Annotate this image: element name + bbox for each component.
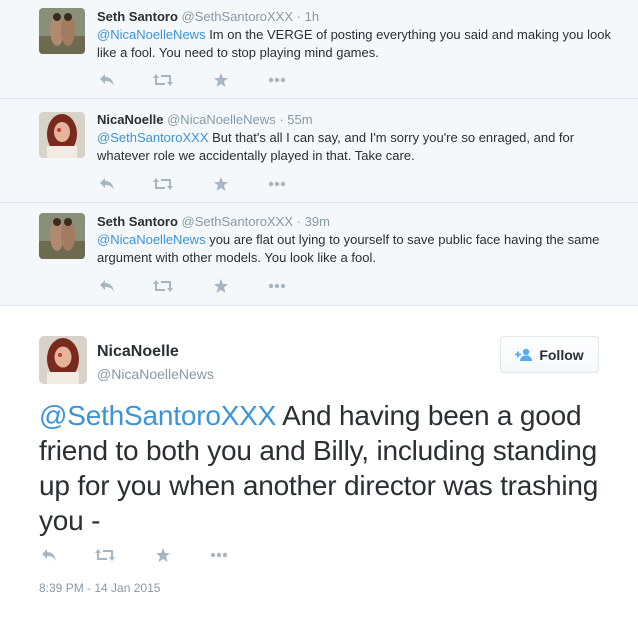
separator: · bbox=[296, 9, 301, 24]
favorite-button[interactable] bbox=[211, 174, 231, 194]
reply-button[interactable] bbox=[97, 174, 117, 194]
follow-user-icon bbox=[515, 348, 533, 361]
separator: · bbox=[296, 214, 301, 229]
avatar[interactable] bbox=[39, 336, 87, 384]
more-button[interactable] bbox=[209, 545, 229, 565]
favorite-icon bbox=[214, 177, 228, 191]
separator: · bbox=[279, 112, 284, 127]
mention-link[interactable]: @NicaNoelleNews bbox=[97, 27, 206, 42]
favorite-icon bbox=[214, 73, 228, 87]
tweet-text: @SethSantoroXXX And having been a good f… bbox=[39, 398, 609, 538]
avatar[interactable] bbox=[39, 112, 85, 158]
tweet-timestamp[interactable]: 8:39 PM - 14 Jan 2015 bbox=[39, 581, 160, 595]
author-handle[interactable]: @SethSantoroXXX bbox=[182, 214, 293, 229]
favorite-button[interactable] bbox=[211, 276, 231, 296]
more-button[interactable] bbox=[267, 70, 287, 90]
mention-link[interactable]: @SethSantoroXXX bbox=[97, 130, 208, 145]
author-name[interactable]: NicaNoelle bbox=[97, 343, 179, 361]
more-icon bbox=[268, 283, 286, 289]
retweet-icon bbox=[153, 74, 173, 86]
tweet-text: @NicaNoelleNews Im on the VERGE of posti… bbox=[97, 26, 617, 62]
reply-icon bbox=[100, 178, 114, 190]
reply-tweet[interactable]: NicaNoelle @NicaNoelleNews · 55m @SethSa… bbox=[0, 99, 638, 203]
tweet-time[interactable]: 1h bbox=[305, 9, 319, 24]
mention-link[interactable]: @NicaNoelleNews bbox=[97, 232, 206, 247]
favorite-icon bbox=[214, 279, 228, 293]
follow-button[interactable]: Follow bbox=[500, 336, 599, 373]
retweet-icon bbox=[153, 280, 173, 292]
favorite-icon bbox=[156, 548, 170, 562]
main-tweet: NicaNoelle @NicaNoelleNews Follow @SethS… bbox=[0, 306, 638, 620]
reply-icon bbox=[100, 74, 114, 86]
reply-tweet[interactable]: Seth Santoro @SethSantoroXXX · 39m @Nica… bbox=[0, 203, 638, 306]
avatar[interactable] bbox=[39, 213, 85, 259]
retweet-button[interactable] bbox=[95, 545, 115, 565]
tweet-time[interactable]: 55m bbox=[287, 112, 312, 127]
more-icon bbox=[268, 181, 286, 187]
favorite-button[interactable] bbox=[211, 70, 231, 90]
tweet-text: @NicaNoelleNews you are flat out lying t… bbox=[97, 231, 617, 267]
reply-button[interactable] bbox=[39, 545, 59, 565]
reply-tweet[interactable]: Seth Santoro @SethSantoroXXX · 1h @NicaN… bbox=[0, 0, 638, 99]
reply-button[interactable] bbox=[97, 70, 117, 90]
author-handle[interactable]: @SethSantoroXXX bbox=[182, 9, 293, 24]
more-button[interactable] bbox=[267, 174, 287, 194]
author-name[interactable]: Seth Santoro bbox=[97, 214, 178, 229]
retweet-button[interactable] bbox=[153, 70, 173, 90]
mention-link[interactable]: @SethSantoroXXX bbox=[39, 400, 276, 431]
reply-button[interactable] bbox=[97, 276, 117, 296]
reply-icon bbox=[42, 549, 56, 561]
follow-label: Follow bbox=[539, 346, 584, 363]
retweet-icon bbox=[153, 178, 173, 190]
tweet-time[interactable]: 39m bbox=[305, 214, 330, 229]
author-name[interactable]: Seth Santoro bbox=[97, 9, 178, 24]
retweet-icon bbox=[95, 549, 115, 561]
author-handle[interactable]: @NicaNoelleNews bbox=[167, 112, 276, 127]
author-handle[interactable]: @NicaNoelleNews bbox=[97, 366, 214, 382]
tweet-text: @SethSantoroXXX But that's all I can say… bbox=[97, 129, 617, 165]
favorite-button[interactable] bbox=[153, 545, 173, 565]
more-icon bbox=[268, 77, 286, 83]
author-name[interactable]: NicaNoelle bbox=[97, 112, 163, 127]
more-icon bbox=[210, 552, 228, 558]
reply-icon bbox=[100, 280, 114, 292]
avatar[interactable] bbox=[39, 8, 85, 54]
retweet-button[interactable] bbox=[153, 174, 173, 194]
retweet-button[interactable] bbox=[153, 276, 173, 296]
more-button[interactable] bbox=[267, 276, 287, 296]
